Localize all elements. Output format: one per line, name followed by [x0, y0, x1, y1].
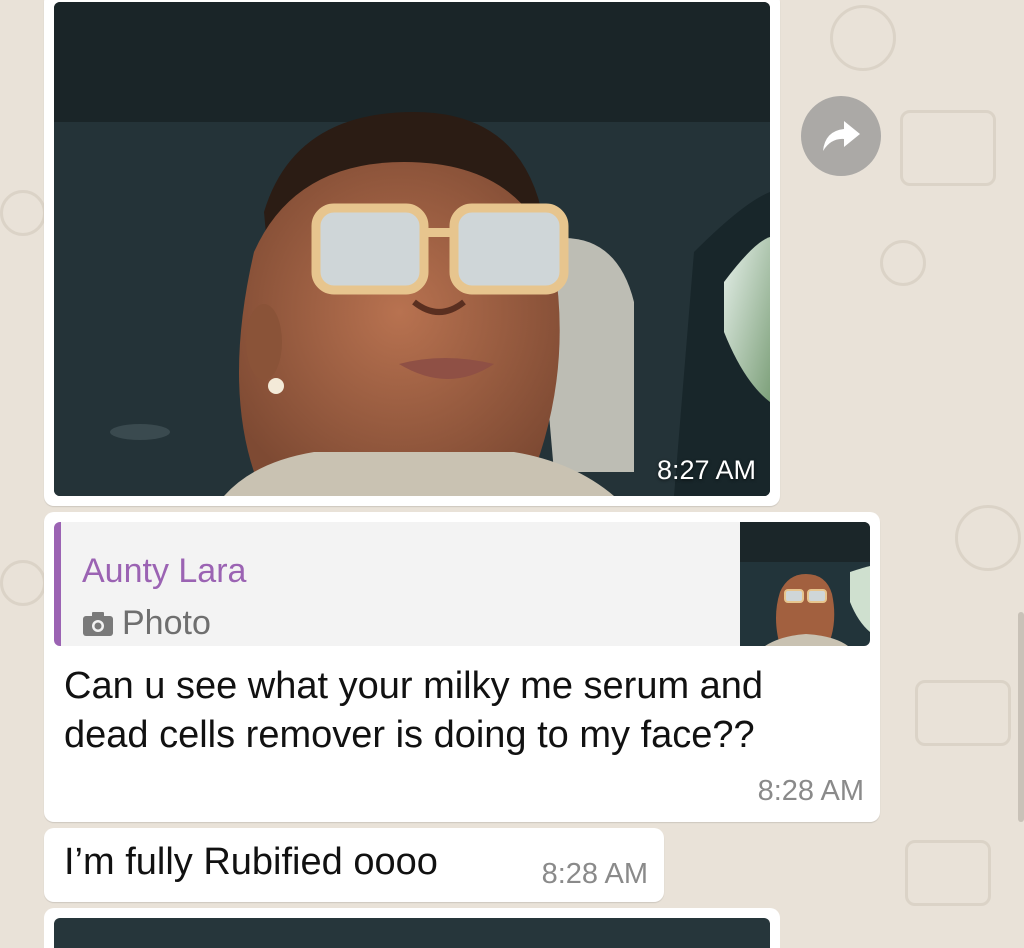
- reply-text-line-1: Can u see what your milky me serum and: [64, 665, 764, 707]
- camera-icon: [83, 611, 113, 636]
- selfie-illustration: [54, 2, 770, 496]
- quoted-sender-name: Aunty Lara: [82, 552, 247, 590]
- quoted-photo-thumbnail: [740, 522, 870, 646]
- scrollbar-thumb[interactable]: [1018, 612, 1024, 822]
- reply-message-bubble[interactable]: Aunty Lara Photo Can u see what your mil…: [44, 512, 880, 822]
- reply-message-text: Can u see what your milky me serum and d…: [64, 662, 864, 760]
- quote-accent-bar: [54, 522, 61, 646]
- text-message-body: I’m fully Rubified oooo: [64, 841, 438, 883]
- reply-timestamp: 8:28 AM: [757, 775, 864, 807]
- quoted-media-label: Photo: [122, 604, 211, 642]
- quoted-media-type: Photo: [82, 604, 211, 643]
- doodle: [905, 840, 991, 906]
- doodle: [900, 110, 996, 186]
- selfie-photo[interactable]: 8:27 AM: [54, 2, 770, 496]
- doodle: [0, 560, 46, 606]
- text-message-timestamp: 8:28 AM: [541, 858, 648, 890]
- doodle: [880, 240, 926, 286]
- forward-arrow-icon: [823, 121, 860, 151]
- text-message-bubble[interactable]: I’m fully Rubified oooo 8:28 AM: [44, 828, 664, 902]
- doodle: [830, 5, 896, 71]
- photo-message-bubble[interactable]: 8:27 AM: [44, 0, 780, 506]
- photo-timestamp: 8:27 AM: [656, 455, 756, 485]
- next-photo[interactable]: [54, 918, 770, 948]
- quoted-message[interactable]: Aunty Lara Photo: [54, 522, 870, 646]
- reply-text-line-2: dead cells remover is doing to my face??: [64, 714, 755, 756]
- forward-button[interactable]: [801, 96, 881, 176]
- next-photo-message-bubble[interactable]: [44, 908, 780, 948]
- doodle: [0, 190, 46, 236]
- doodle: [915, 680, 1011, 746]
- thumbnail-illustration: [740, 522, 870, 646]
- doodle: [955, 505, 1021, 571]
